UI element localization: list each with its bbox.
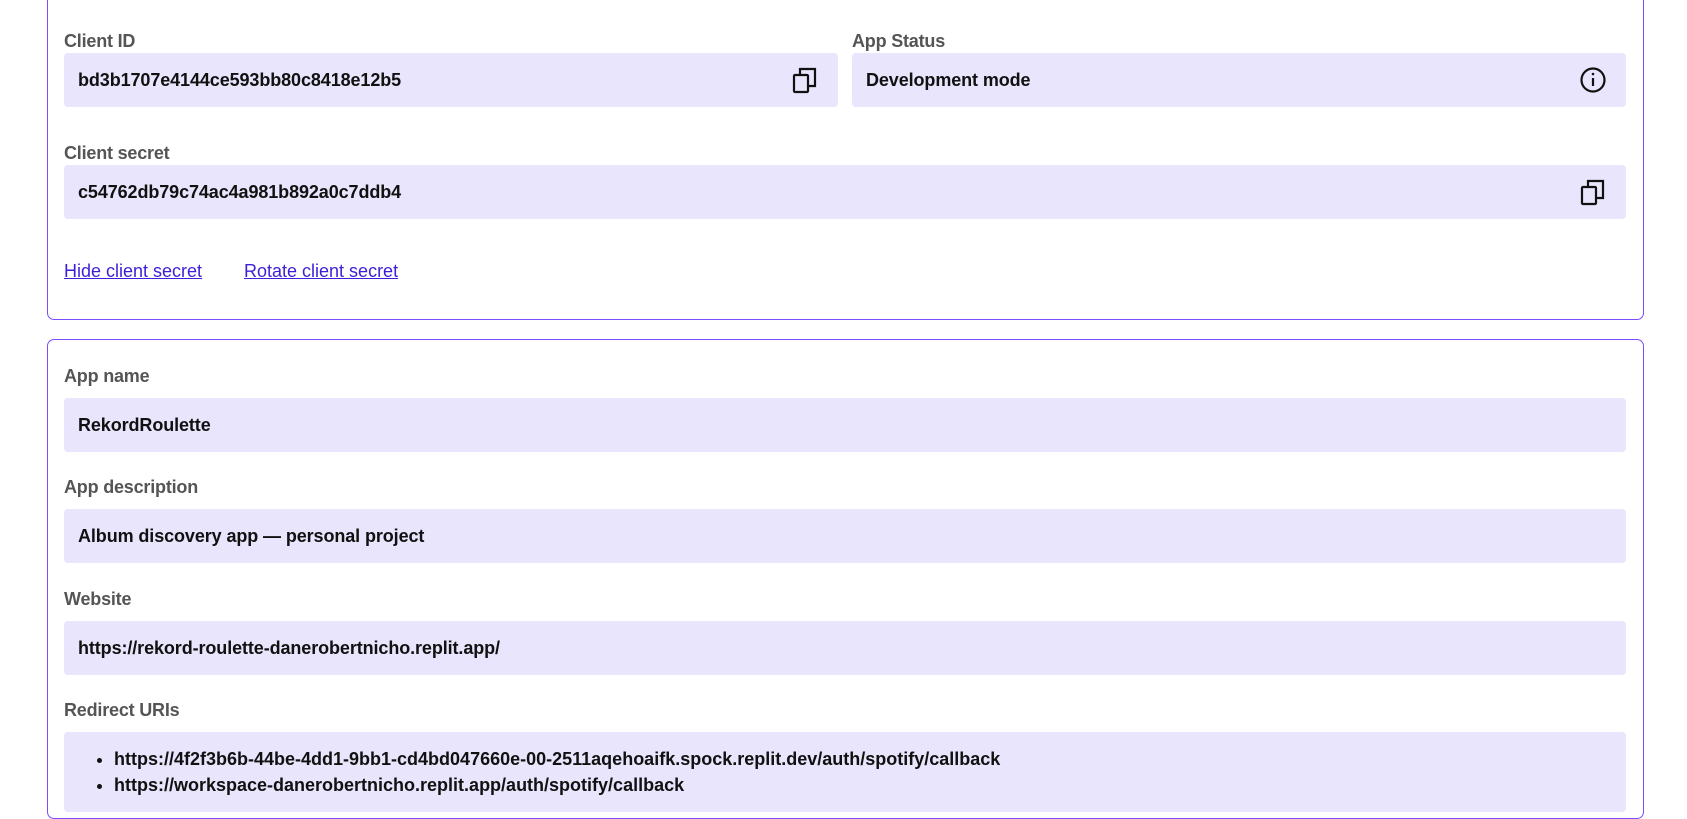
app-name-field: RekordRoulette	[64, 398, 1626, 452]
redirect-uri-item: https://workspace-danerobertnicho.replit…	[114, 772, 1612, 798]
app-info-card: App name RekordRoulette App description …	[47, 339, 1644, 819]
website-value: https://rekord-roulette-danerobertnicho.…	[78, 637, 500, 658]
copy-icon[interactable]	[1578, 177, 1608, 207]
rotate-client-secret-link[interactable]: Rotate client secret	[244, 261, 398, 282]
client-id-value: bd3b1707e4144ce593bb80c8418e12b5	[78, 69, 402, 90]
app-description-value: Album discovery app — personal project	[78, 525, 425, 546]
info-icon[interactable]	[1578, 65, 1608, 95]
client-id-field: bd3b1707e4144ce593bb80c8418e12b5	[64, 53, 838, 107]
redirect-uris-label: Redirect URIs	[64, 700, 180, 720]
client-secret-field: c54762db79c74ac4a981b892a0c7ddb4	[64, 165, 1626, 219]
website-field: https://rekord-roulette-danerobertnicho.…	[64, 621, 1626, 675]
app-status-field: Development mode	[852, 53, 1626, 107]
client-secret-label: Client secret	[64, 143, 170, 163]
app-name-label: App name	[64, 366, 150, 386]
app-status-label: App Status	[852, 31, 946, 51]
hide-client-secret-link[interactable]: Hide client secret	[64, 261, 202, 282]
client-id-label: Client ID	[64, 31, 136, 51]
credentials-card: Client ID bd3b1707e4144ce593bb80c8418e12…	[47, 0, 1644, 320]
redirect-uris-list: https://4f2f3b6b-44be-4dd1-9bb1-cd4bd047…	[64, 732, 1626, 812]
app-description-field: Album discovery app — personal project	[64, 509, 1626, 563]
app-name-value: RekordRoulette	[78, 414, 211, 435]
website-label: Website	[64, 589, 132, 609]
client-secret-value: c54762db79c74ac4a981b892a0c7ddb4	[78, 181, 402, 202]
copy-icon[interactable]	[790, 65, 820, 95]
app-status-value: Development mode	[866, 69, 1031, 90]
app-description-label: App description	[64, 477, 199, 497]
redirect-uri-item: https://4f2f3b6b-44be-4dd1-9bb1-cd4bd047…	[114, 746, 1612, 772]
